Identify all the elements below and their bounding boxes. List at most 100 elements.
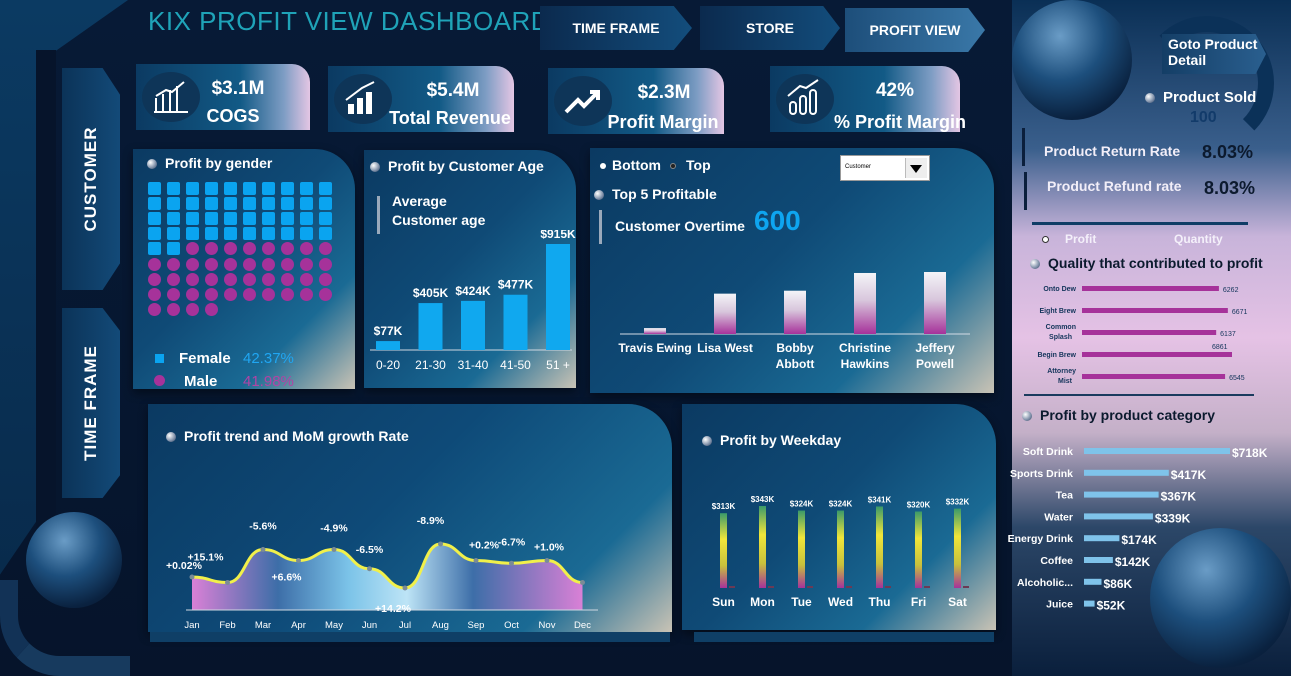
radio-top[interactable]: Top xyxy=(670,157,711,173)
female-cell xyxy=(243,197,256,211)
dashboard-root: KIX PROFIT VIEW DASHBOARD TIME FRAME STO… xyxy=(0,0,1291,676)
female-cell xyxy=(224,197,237,211)
weekday-tick-label: Sun xyxy=(712,595,735,609)
top5-tick-label: Travis Ewing xyxy=(618,341,691,355)
male-cell xyxy=(167,257,180,271)
product-sold-title: Product Sold xyxy=(1145,89,1256,106)
quality-value-label: 6262 xyxy=(1223,287,1239,294)
female-cell xyxy=(319,227,332,241)
age-bar xyxy=(418,303,443,350)
male-cell xyxy=(262,272,275,286)
kpi-label: % Profit Margin xyxy=(833,112,966,132)
male-cell xyxy=(300,257,313,271)
weekday-tick-label: Mon xyxy=(750,595,775,609)
female-cell xyxy=(148,182,161,195)
trend-tick-label: Jun xyxy=(362,620,377,631)
bullet-icon xyxy=(1022,411,1032,422)
weekday-bar xyxy=(876,506,883,588)
weekday-secondary-bar xyxy=(729,586,735,588)
bullet-icon xyxy=(702,436,712,447)
male-cell xyxy=(167,302,180,316)
weekday-bar xyxy=(759,506,766,588)
radio-bottom[interactable]: Bottom xyxy=(600,157,661,173)
female-cell xyxy=(300,182,313,195)
male-cell xyxy=(262,287,275,301)
category-bar-chart: Soft Drink $718K Sports Drink $417K Tea $367K… xyxy=(1008,446,1268,613)
nav-store-button[interactable]: STORE xyxy=(700,6,840,50)
quality-bar xyxy=(1082,374,1226,379)
overtime-value: 600 xyxy=(754,205,801,236)
kpi-percent-profit-margin: 42% % Profit Margin xyxy=(770,66,966,132)
female-cell xyxy=(167,242,180,256)
trend-tick-label: Nov xyxy=(539,620,556,631)
quality-tick-label: Common xyxy=(1046,324,1076,331)
bullet-icon xyxy=(1030,259,1040,270)
category-tick-label: Sports Drink xyxy=(1010,468,1073,480)
age-bar xyxy=(376,341,400,350)
refund-rate-label: Product Refund rate xyxy=(1047,178,1182,194)
kpi-value: 42% xyxy=(875,80,915,101)
top5-title: Top 5 Profitable xyxy=(594,186,717,202)
female-cell xyxy=(281,182,294,195)
male-cell xyxy=(186,242,199,256)
quality-value-label: 6861 xyxy=(1212,344,1228,351)
age-bar-label: $405K xyxy=(413,286,449,300)
bullet-icon xyxy=(370,162,380,173)
chevron-down-icon xyxy=(910,165,922,173)
female-cell xyxy=(319,182,332,195)
toggle-quantity[interactable]: Quantity xyxy=(1174,232,1223,246)
top5-tick-label: Lisa West xyxy=(697,341,753,355)
category-bar xyxy=(1084,448,1230,454)
top5-tick-label: Abbott xyxy=(776,357,815,371)
toggle-profit[interactable]: Profit xyxy=(1042,232,1096,246)
trend-growth-label: +0.2% xyxy=(469,540,500,552)
trend-area-chart: Jan+0.02%Feb+15.1%Mar-5.6%Apr+6.6%May-4.… xyxy=(166,515,598,631)
age-tick-label: 0-20 xyxy=(376,358,400,372)
male-cell xyxy=(319,272,332,286)
goto-product-detail-button[interactable]: Goto Product Detail xyxy=(1162,34,1266,74)
top5-bar xyxy=(714,293,736,334)
female-cell xyxy=(300,227,313,241)
age-tick-label: 51 + xyxy=(546,358,570,372)
nav-profit-view-button[interactable]: PROFIT VIEW xyxy=(845,8,985,52)
weekday-bar-label: $343K xyxy=(751,495,775,504)
weekday-tick-label: Tue xyxy=(791,595,812,609)
trend-tick-label: Aug xyxy=(432,620,449,631)
kpi-label: Profit Margin xyxy=(607,112,719,132)
male-cell xyxy=(205,257,218,271)
female-cell xyxy=(167,227,180,241)
return-rate-value: 8.03% xyxy=(1202,142,1254,162)
male-cell xyxy=(148,272,161,286)
side-time-frame-button[interactable]: TIME FRAME xyxy=(62,308,120,498)
weekday-bar xyxy=(837,510,844,588)
female-cell xyxy=(262,182,275,195)
quality-tick-label: Mist xyxy=(1058,378,1073,385)
female-cell xyxy=(281,227,294,241)
toggle-profit-radio-icon xyxy=(1042,236,1049,244)
male-cell xyxy=(148,302,161,316)
weekday-bar-label: $341K xyxy=(868,495,892,504)
male-cell xyxy=(281,242,294,256)
age-bar-label: $915K xyxy=(540,230,576,241)
male-cell xyxy=(281,257,294,271)
weekday-bar-label: $313K xyxy=(712,502,736,511)
nav-time-frame-button[interactable]: TIME FRAME xyxy=(540,6,692,50)
category-bar xyxy=(1084,557,1113,563)
trend-growth-label: +15.1% xyxy=(188,552,225,564)
side-customer-button[interactable]: CUSTOMER xyxy=(62,68,120,290)
age-tick-label: 21-30 xyxy=(415,358,446,372)
customer-select[interactable]: Customer xyxy=(840,155,930,181)
male-cell xyxy=(205,272,218,286)
female-cell xyxy=(186,212,199,226)
quality-title-text: Quality that contributed to profit xyxy=(1048,255,1263,271)
trend-tick-label: Feb xyxy=(219,620,235,631)
male-cell xyxy=(281,287,294,301)
gender-card: Profit by gender Female 42.37% Male 41.9… xyxy=(133,149,355,390)
gender-waffle-grid xyxy=(148,182,338,332)
female-label: Female xyxy=(179,350,231,367)
category-value-label: $339K xyxy=(1155,511,1191,525)
female-cell xyxy=(262,227,275,241)
top5-bar xyxy=(784,290,806,334)
male-cell xyxy=(243,272,256,286)
trend-growth-label: -8.9% xyxy=(417,515,445,527)
